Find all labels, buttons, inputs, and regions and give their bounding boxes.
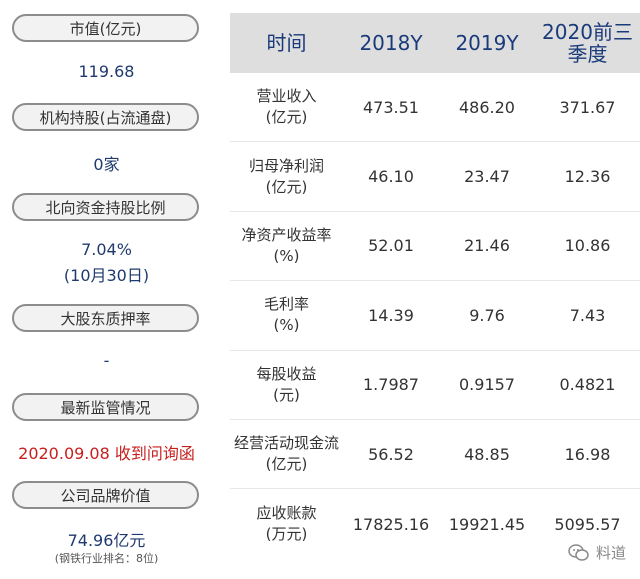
table-cell: 1.7987 [363,375,419,395]
brand-value-label-text: 公司品牌价值 [60,486,151,505]
table-cell: 9.76 [469,305,505,325]
table-cell: 17825.16 [352,514,430,534]
brand-value-label: 公司品牌价值 [12,481,199,509]
row-label-line2: (%) [273,316,300,335]
row-label: 归母净利润 (亿元) [230,142,343,210]
table-cell: 14.39 [368,305,414,325]
table-row: 每股收益 (元) 1.7987 0.9157 0.4821 [230,351,640,420]
brand-rank-note: (钢铁行业排名：8位) [54,552,159,565]
header-2018: 2018Y [359,31,423,55]
row-label: 净资产收益率 (%) [230,212,343,280]
table-cell: 486.20 [459,97,515,117]
table-cell: 52.01 [368,236,414,256]
table-header: 时间 2018Y 2019Y 2020前三季度 [230,13,640,73]
row-label-line2: (万元) [265,525,308,544]
table-cell: 7.43 [569,305,606,325]
table-cell: 48.85 [464,444,510,464]
pledge-ratio-value: - [103,351,110,370]
row-label: 经营活动现金流 (亿元) [230,420,343,488]
northbound-ratio-value: 7.04% [81,240,132,259]
row-label-line1: 应收账款 [256,504,317,523]
table-row: 毛利率 (%) 14.39 9.76 7.43 [230,281,640,351]
table-row: 净资产收益率 (%) 52.01 21.46 10.86 [230,212,640,282]
table-cell: 16.98 [564,444,611,464]
left-panel: 市值(亿元) 119.68 机构持股(占流通盘) 0家 北向资金持股比例 7.0… [0,0,215,579]
row-label-line2: (%) [273,246,300,265]
table-cell: 0.4821 [559,375,616,395]
table-cell: 56.52 [368,444,414,464]
watermark-text: 料道 [595,544,626,562]
table-cell: 12.36 [564,167,611,187]
table-cell: 46.10 [368,167,414,187]
institution-holding-value: 0家 [93,155,120,174]
row-label-line1: 归母净利润 [248,156,324,175]
table-row: 经营活动现金流 (亿元) 56.52 48.85 16.98 [230,420,640,490]
table-cell: 23.47 [464,167,510,187]
wechat-icon [568,543,590,562]
header-2020q3: 2020前三季度 [542,20,633,66]
watermark: 料道 [568,542,626,563]
brand-value-value: 74.96亿元 [67,531,146,550]
row-label-line2: (亿元) [265,455,308,474]
table-row: 营业收入 (亿元) 473.51 486.20 371.67 [230,73,640,143]
row-label-line1: 毛利率 [263,295,309,314]
financial-table: 时间 2018Y 2019Y 2020前三季度 营业收入 (亿元) 473.51 … [230,13,640,559]
row-label-line2: (亿元) [265,177,308,196]
northbound-ratio-label: 北向资金持股比例 [12,193,199,221]
market-cap-label-text: 市值(亿元) [69,19,142,38]
row-label-line2: (亿元) [265,108,308,127]
row-label-line1: 营业收入 [256,87,317,106]
row-label-line1: 经营活动现金流 [233,434,339,453]
institution-holding-label: 机构持股(占流通盘) [12,103,199,131]
pledge-ratio-label: 大股东质押率 [12,304,199,332]
market-cap-value: 119.68 [78,62,135,81]
header-2019: 2019Y [455,31,519,55]
row-label: 营业收入 (亿元) [230,73,343,141]
northbound-ratio-label-text: 北向资金持股比例 [45,198,166,217]
row-label-line1: 每股收益 [256,364,317,383]
table-cell: 371.67 [559,97,616,117]
table-cell: 19921.45 [448,514,526,534]
row-label-line2: (元) [273,385,300,404]
row-label: 毛利率 (%) [230,281,343,349]
header-time: 时间 [266,31,307,55]
regulatory-status-label: 最新监管情况 [12,393,199,421]
institution-holding-label-text: 机构持股(占流通盘) [39,108,172,127]
row-label-line1: 净资产收益率 [241,225,332,244]
market-cap-label: 市值(亿元) [12,14,199,42]
pledge-ratio-label-text: 大股东质押率 [60,309,151,328]
regulatory-status-label-text: 最新监管情况 [60,398,151,417]
table-cell: 21.46 [464,236,510,256]
table-cell: 0.9157 [459,375,515,395]
table-row: 归母净利润 (亿元) 46.10 23.47 12.36 [230,142,640,212]
regulatory-status-value: 2020.09.08 收到问询函 [18,444,195,463]
table-cell: 10.86 [564,236,611,256]
table-cell: 473.51 [363,97,419,117]
northbound-ratio-date: (10月30日) [63,266,150,285]
row-label: 每股收益 (元) [230,351,343,419]
row-label: 应收账款 (万元) [230,489,343,558]
